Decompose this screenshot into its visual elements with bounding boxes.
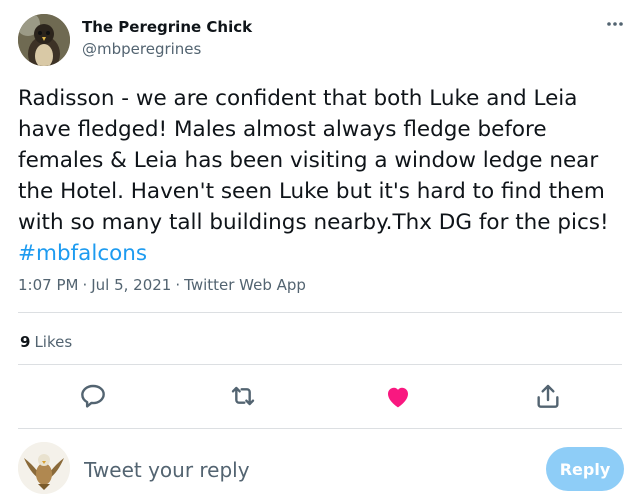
reply-input[interactable] xyxy=(84,454,524,486)
divider xyxy=(18,364,622,365)
likes-count: 9 xyxy=(20,333,31,351)
reply-submit-button[interactable]: Reply xyxy=(546,447,624,491)
author-avatar[interactable] xyxy=(18,14,70,66)
reply-button[interactable] xyxy=(77,380,109,412)
tweet-source[interactable]: Twitter Web App xyxy=(184,276,306,294)
retweet-button[interactable] xyxy=(227,380,259,412)
tweet-text-line: with so many tall buildings nearby.Thx D… xyxy=(18,210,609,235)
divider xyxy=(18,312,622,313)
user-avatar[interactable] xyxy=(18,442,70,494)
reply-icon xyxy=(81,384,105,408)
likes-label: Likes xyxy=(34,333,73,351)
hashtag-link[interactable]: #mbfalcons xyxy=(18,241,147,266)
tweet-text-line: the Hotel. Haven't seen Luke but it's ha… xyxy=(18,179,605,204)
retweet-icon xyxy=(231,386,255,406)
heart-icon xyxy=(388,387,408,408)
meta-separator: · xyxy=(82,276,88,294)
tweet-time[interactable]: 1:07 PM xyxy=(18,276,78,294)
more-options-icon[interactable] xyxy=(600,12,630,36)
like-button[interactable] xyxy=(382,380,414,412)
likes-stat[interactable]: 9 Likes xyxy=(20,333,72,351)
author-display-name[interactable]: The Peregrine Chick xyxy=(82,18,252,36)
tweet-detail: The Peregrine Chick @mbperegrines Radiss… xyxy=(0,0,640,498)
tweet-text: Radisson - we are confident that both Lu… xyxy=(18,83,628,269)
tweet-date[interactable]: Jul 5, 2021 xyxy=(91,276,171,294)
divider xyxy=(18,428,622,429)
tweet-text-line: have fledged! Males almost always fledge… xyxy=(18,117,547,142)
author-handle[interactable]: @mbperegrines xyxy=(82,40,201,58)
tweet-metadata: 1:07 PM · Jul 5, 2021 · Twitter Web App xyxy=(18,276,306,294)
tweet-text-line: females & Leia has been visiting a windo… xyxy=(18,148,599,173)
meta-separator: · xyxy=(175,276,181,294)
tweet-text-line: Radisson - we are confident that both Lu… xyxy=(18,86,578,111)
share-icon xyxy=(537,384,559,408)
share-button[interactable] xyxy=(532,380,564,412)
